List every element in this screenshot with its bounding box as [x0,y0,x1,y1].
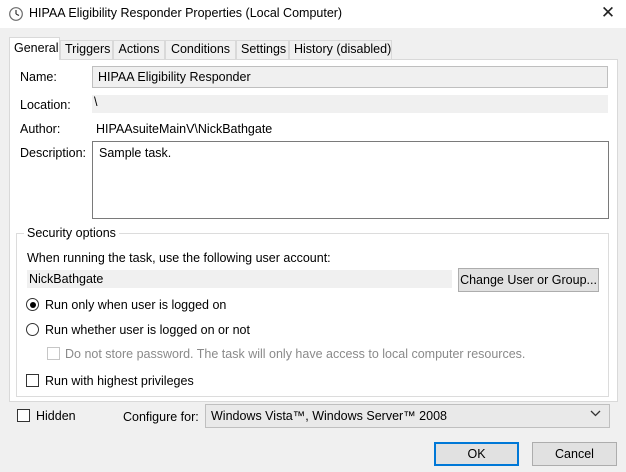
hidden-label[interactable]: Hidden [36,409,76,423]
configure-for-select[interactable]: Windows Vista™, Windows Server™ 2008 [205,404,610,428]
name-label: Name: [20,70,57,84]
name-field[interactable]: HIPAA Eligibility Responder [92,66,608,88]
no-store-password-checkbox[interactable] [47,347,60,360]
author-value: HIPAAsuiteMainV\NickBathgate [96,122,273,136]
tab-general[interactable]: General [9,37,60,60]
cancel-button[interactable]: Cancel [532,442,617,466]
window-title: HIPAA Eligibility Responder Properties (… [29,6,343,20]
location-label: Location: [20,98,71,112]
configure-for-label: Configure for: [123,410,199,424]
location-value: \ [92,95,608,113]
description-label: Description: [20,146,86,160]
security-options-legend: Security options [24,226,119,240]
tab-settings[interactable]: Settings [236,40,289,59]
highest-privileges-checkbox[interactable] [26,374,39,387]
tab-triggers[interactable]: Triggers [60,40,113,59]
close-button[interactable]: ✕ [590,0,626,28]
close-icon: ✕ [600,3,616,22]
change-user-button[interactable]: Change User or Group... [458,268,599,292]
task-scheduler-icon [8,6,24,22]
chevron-down-icon[interactable] [590,409,601,420]
run-whether-radio[interactable] [26,323,39,336]
account-prompt: When running the task, use the following… [27,251,331,265]
tab-actions[interactable]: Actions [113,40,165,59]
run-logged-on-radio[interactable] [26,298,39,311]
tab-conditions[interactable]: Conditions [165,40,236,59]
run-whether-label[interactable]: Run whether user is logged on or not [45,323,250,337]
tab-history[interactable]: History (disabled) [289,40,392,59]
description-field[interactable]: Sample task. [92,141,609,219]
highest-privileges-label[interactable]: Run with highest privileges [45,374,194,388]
run-logged-on-label[interactable]: Run only when user is logged on [45,298,226,312]
hidden-checkbox[interactable] [17,409,30,422]
user-account-value: NickBathgate [27,270,452,288]
ok-button[interactable]: OK [434,442,519,466]
no-store-password-label: Do not store password. The task will onl… [65,347,526,361]
author-label: Author: [20,122,61,136]
